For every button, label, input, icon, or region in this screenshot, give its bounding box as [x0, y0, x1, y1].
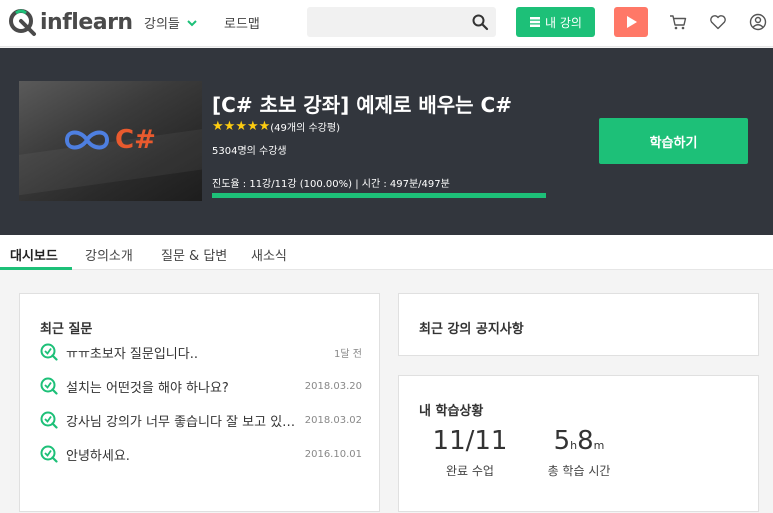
- active-tab-indicator: [0, 267, 72, 270]
- question-row[interactable]: ㅠㅠ초보자 질문입니다.. 1달 전: [40, 342, 362, 362]
- logo-mark-icon: [9, 9, 36, 36]
- star-icon: ★: [223, 119, 236, 134]
- completed-lessons-value: 11/11: [432, 426, 508, 456]
- user-icon[interactable]: [749, 13, 767, 31]
- question-title: 강사님 강의가 너무 좋습니다 잘 보고 있습니다: [66, 414, 301, 430]
- recent-questions-card: 최근 질문 ㅠㅠ초보자 질문입니다.. 1달 전설치는 어떤것을 해야 하나요? 2…: [19, 293, 380, 512]
- tab-qna[interactable]: 질문 & 답변: [161, 245, 227, 264]
- tab-dashboard[interactable]: 대시보드: [10, 245, 58, 264]
- my-progress-card: 내 학습상황 11/11 완료 수업 5h8m 총 학습 시간: [398, 375, 759, 512]
- total-study-time-stat: 5h8m 총 학습 시간: [529, 426, 629, 479]
- rating-count[interactable]: (49개의 수강평): [270, 119, 340, 134]
- progress-text: 진도율 : 11강/11강 (100.00%) | 시간 : 497분/497분: [212, 179, 450, 190]
- thumbnail-logo: C#: [63, 125, 156, 155]
- nav-courses[interactable]: 강의들: [144, 13, 198, 32]
- heart-icon[interactable]: [709, 13, 727, 31]
- stack-icon: [530, 17, 541, 27]
- total-study-time-value: 5h8m: [529, 426, 629, 456]
- question-title: ㅠㅠ초보자 질문입니다..: [66, 346, 198, 362]
- question-icon: [40, 343, 58, 361]
- nav-courses-label: 강의들: [144, 17, 180, 32]
- course-tabs: 대시보드 강의소개 질문 & 답변 새소식: [0, 235, 773, 270]
- study-hours: 5: [553, 426, 571, 456]
- star-icon: ★: [246, 119, 259, 134]
- question-row[interactable]: 강사님 강의가 너무 좋습니다 잘 보고 있습니다 2018.03.02: [40, 410, 362, 430]
- nav-roadmap[interactable]: 로드맵: [224, 13, 260, 32]
- question-date: 2018.03.02: [304, 414, 362, 426]
- question-date: 2016.10.01: [304, 448, 362, 460]
- question-title: 안녕하세요.: [66, 448, 130, 464]
- completed-lessons-label: 완료 수업: [446, 464, 494, 478]
- search-input[interactable]: [307, 7, 496, 37]
- star-icon: ★: [235, 119, 247, 134]
- completed-lessons-stat: 11/11 완료 수업: [419, 426, 521, 479]
- recent-questions-title: 최근 질문: [40, 322, 93, 337]
- total-study-time-label: 총 학습 시간: [547, 464, 611, 478]
- study-minutes: 8: [577, 426, 594, 456]
- thumbnail-label: C#: [115, 125, 156, 155]
- course-notices-card: 최근 강의 공지사항: [398, 293, 759, 356]
- nav-roadmap-label: 로드맵: [224, 17, 260, 32]
- my-progress-title: 내 학습상황: [419, 404, 484, 419]
- top-header: inflearn 강의들 로드맵 내 강의: [0, 0, 773, 47]
- star-rating: ★★★★★: [212, 120, 270, 133]
- search-icon[interactable]: [471, 13, 489, 31]
- question-title: 설치는 어떤것을 해야 하나요?: [66, 380, 229, 396]
- course-title: [C# 초보 강좌] 예제로 배우는 C#: [212, 93, 512, 117]
- start-learning-button[interactable]: 학습하기: [599, 118, 748, 164]
- question-icon: [40, 411, 58, 429]
- student-count: 5304명의 수강생: [212, 146, 287, 157]
- star-icon: ★: [258, 119, 271, 134]
- logo-text: inflearn: [40, 9, 133, 35]
- play-icon: [627, 16, 637, 28]
- question-icon: [40, 377, 58, 395]
- my-courses-button[interactable]: 내 강의: [516, 7, 595, 37]
- course-rating: ★★★★★ (49개의 수강평): [212, 119, 340, 134]
- play-button[interactable]: [614, 7, 648, 37]
- question-date: 1달 전: [334, 348, 362, 360]
- question-icon: [40, 445, 58, 463]
- course-thumbnail[interactable]: C#: [19, 81, 202, 201]
- question-row[interactable]: 안녕하세요. 2016.10.01: [40, 444, 362, 464]
- study-minutes-unit: m: [593, 439, 605, 452]
- my-courses-label: 내 강의: [545, 15, 582, 30]
- progress-bar: [212, 193, 546, 198]
- question-row[interactable]: 설치는 어떤것을 해야 하나요? 2018.03.20: [40, 376, 362, 396]
- question-date: 2018.03.20: [304, 380, 362, 392]
- tab-course-intro[interactable]: 강의소개: [85, 245, 133, 264]
- tab-news[interactable]: 새소식: [251, 245, 287, 264]
- chevron-down-icon: [187, 19, 197, 26]
- course-notices-title: 최근 강의 공지사항: [419, 322, 524, 337]
- progress-fill: [212, 193, 546, 198]
- inflearn-logo[interactable]: inflearn: [8, 5, 133, 39]
- star-icon: ★: [212, 119, 224, 134]
- infinity-icon: [64, 130, 110, 150]
- cart-icon[interactable]: [669, 13, 687, 31]
